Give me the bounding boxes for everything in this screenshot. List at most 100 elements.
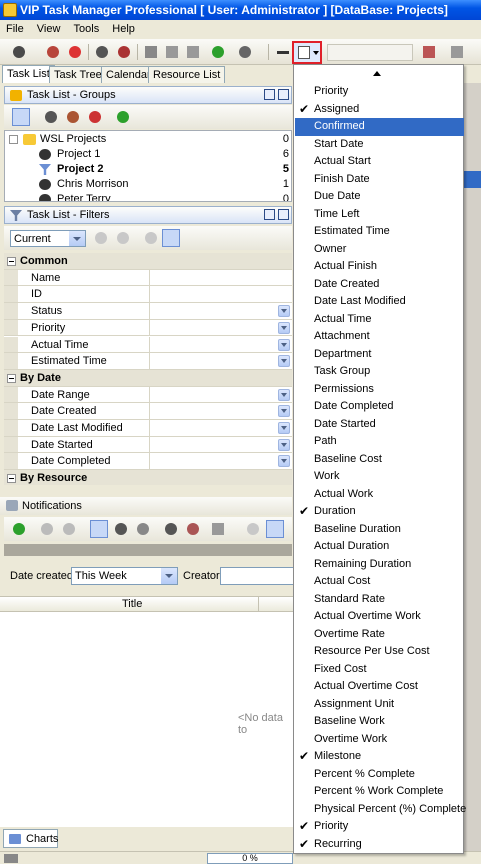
menu-tools[interactable]: Tools <box>68 20 104 35</box>
filter-row-name[interactable]: Name <box>4 269 292 287</box>
edit-task-icon[interactable] <box>44 43 62 61</box>
columns-chooser-button[interactable] <box>292 41 322 64</box>
column-menu-item[interactable]: ✔ Assigned <box>295 101 464 119</box>
notif-mark-icon[interactable] <box>162 520 180 538</box>
column-menu-item[interactable]: Assignment Unit <box>295 696 464 714</box>
notif-refresh-icon[interactable] <box>10 520 28 538</box>
notif-delete-icon[interactable] <box>184 520 202 538</box>
delete-group-icon[interactable] <box>86 108 104 126</box>
filter-row-date-last-modified[interactable]: Date Last Modified <box>4 420 292 437</box>
add-group-icon[interactable] <box>42 108 60 126</box>
move-first-icon[interactable] <box>142 43 160 61</box>
filter-row-date-range[interactable]: Date Range <box>4 386 292 404</box>
chevron-down-icon[interactable] <box>278 438 290 451</box>
column-menu-item[interactable]: Standard Rate <box>295 591 464 609</box>
filter-row-estimated-time[interactable]: Estimated Time <box>4 353 292 370</box>
apply-filter-icon[interactable] <box>162 229 180 247</box>
remove-filter-icon[interactable] <box>142 229 160 247</box>
filter-row-actual-time[interactable]: Actual Time <box>4 336 292 354</box>
chevron-down-icon[interactable] <box>278 355 290 368</box>
tab-task-tree[interactable]: Task Tree <box>49 66 107 83</box>
print-icon[interactable] <box>236 43 254 61</box>
filter-category-by-resource[interactable]: By Resource <box>4 470 292 485</box>
column-menu-item[interactable]: Percent % Complete <box>295 766 464 784</box>
clear-filter-icon[interactable] <box>92 229 110 247</box>
column-menu-item[interactable]: Date Started <box>295 416 464 434</box>
column-menu-item[interactable]: Time Left <box>295 206 464 224</box>
column-menu-item[interactable]: Priority <box>295 83 464 101</box>
column-menu-item[interactable]: Actual Cost <box>295 573 464 591</box>
filter-row-date-started[interactable]: Date Started <box>4 436 292 454</box>
filter-row-status[interactable]: Status <box>4 303 292 320</box>
notif-columns-icon[interactable] <box>209 520 227 538</box>
tree-node[interactable]: Peter Terry 0 <box>5 192 291 201</box>
filter-row-id[interactable]: ID <box>4 286 292 304</box>
column-menu-item[interactable]: Actual Start <box>295 153 464 171</box>
delete-task-icon[interactable] <box>66 43 84 61</box>
column-menu-item[interactable]: Actual Work <box>295 486 464 504</box>
column-menu-item[interactable]: Date Last Modified <box>295 293 464 311</box>
fit-columns-icon[interactable] <box>274 43 292 61</box>
date-created-select[interactable]: This Week <box>71 567 178 585</box>
new-task-icon[interactable] <box>10 43 28 61</box>
scroll-up-icon[interactable] <box>373 71 381 76</box>
column-menu-item[interactable]: Percent % Work Complete <box>295 783 464 801</box>
filter-category-common[interactable]: Common <box>4 253 292 270</box>
tree-node[interactable]: Chris Morrison 1 <box>5 177 291 192</box>
tree-node-selected[interactable]: Project 2 5 <box>5 162 291 177</box>
collapse-icon[interactable] <box>7 373 16 383</box>
collapse-icon[interactable] <box>7 257 16 266</box>
filter-category-by-date[interactable]: By Date <box>4 369 292 387</box>
column-menu-item[interactable]: Finish Date <box>295 171 464 189</box>
notif-task-icon[interactable] <box>112 520 130 538</box>
creator-select[interactable] <box>220 567 300 585</box>
notif-filter-icon[interactable] <box>244 520 262 538</box>
collapse-icon[interactable] <box>7 474 16 484</box>
minimize-panel-icon[interactable] <box>264 89 275 100</box>
column-menu-item[interactable]: Attachment <box>295 328 464 346</box>
chevron-down-icon[interactable] <box>278 388 290 401</box>
column-menu-item[interactable]: Resource Per Use Cost <box>295 643 464 661</box>
column-menu-item[interactable]: Owner <box>295 241 464 259</box>
menu-file[interactable]: File <box>0 20 28 35</box>
current-filter-select[interactable]: Current <box>10 230 86 247</box>
column-menu-item[interactable]: Baseline Work <box>295 713 464 731</box>
tree-node[interactable]: Project 1 6 <box>5 147 291 162</box>
column-menu-item[interactable]: Department <box>295 346 464 364</box>
column-menu-item[interactable]: Physical Percent (%) Complete <box>295 801 466 819</box>
pin-icon[interactable] <box>278 209 289 220</box>
column-menu-item[interactable]: Overtime Rate <box>295 626 464 644</box>
column-menu-item[interactable]: Due Date <box>295 188 464 206</box>
copy-task-icon[interactable] <box>93 43 111 61</box>
filter-row-date-created[interactable]: Date Created <box>4 403 292 420</box>
move-up-icon[interactable] <box>163 43 181 61</box>
menu-view[interactable]: View <box>31 20 65 35</box>
column-menu-item[interactable]: Date Completed <box>295 398 464 416</box>
column-menu-item[interactable]: Work <box>295 468 464 486</box>
filter-row-date-completed[interactable]: Date Completed <box>4 453 292 471</box>
column-menu-item[interactable]: Actual Overtime Cost <box>295 678 464 696</box>
column-menu-item[interactable]: Actual Finish <box>295 258 464 276</box>
export-icon[interactable] <box>420 43 438 61</box>
chevron-down-icon[interactable] <box>278 455 290 468</box>
tree-node[interactable]: WSL Projects 0 <box>5 132 291 147</box>
tab-task-list[interactable]: Task List <box>2 65 55 83</box>
filter-options-icon[interactable] <box>114 229 132 247</box>
column-menu-item[interactable]: Overtime Work <box>295 731 464 749</box>
column-menu-item[interactable]: Actual Overtime Work <box>295 608 464 626</box>
tab-resource-list[interactable]: Resource List <box>148 66 226 83</box>
column-menu-item[interactable]: Baseline Duration <box>295 521 464 539</box>
column-menu-item[interactable]: Start Date <box>295 136 464 154</box>
column-menu-item[interactable]: Remaining Duration <box>295 556 464 574</box>
menu-help[interactable]: Help <box>106 20 139 35</box>
column-menu-item[interactable]: Permissions <box>295 381 464 399</box>
refresh-icon[interactable] <box>209 43 227 61</box>
column-menu-item[interactable]: ✔ Milestone <box>295 748 464 766</box>
chevron-down-icon[interactable] <box>278 321 290 334</box>
column-title[interactable]: Title <box>122 598 142 610</box>
column-menu-item[interactable]: Confirmed <box>295 118 464 136</box>
group-filter-icon[interactable] <box>12 108 30 126</box>
filter-row-priority[interactable]: Priority <box>4 319 292 337</box>
notif-open-icon[interactable] <box>134 520 152 538</box>
minimize-panel-icon[interactable] <box>264 209 275 220</box>
